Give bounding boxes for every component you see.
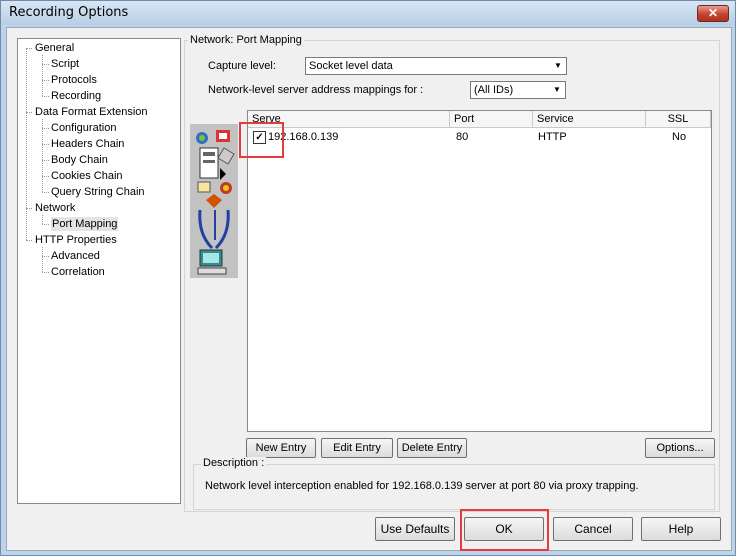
tree-item-headers-chain[interactable]: Headers Chain xyxy=(51,137,124,151)
tree-connector xyxy=(42,55,43,96)
tree-item-configuration[interactable]: Configuration xyxy=(51,121,116,135)
close-button[interactable]: ✕ xyxy=(697,5,729,22)
options-button[interactable]: Options... xyxy=(645,438,715,458)
tree-connector xyxy=(26,48,32,49)
tree-item-general[interactable]: General xyxy=(35,41,74,55)
tree-item-script[interactable]: Script xyxy=(51,57,79,71)
tree-connector xyxy=(26,112,32,113)
tree-item-cookies-chain[interactable]: Cookies Chain xyxy=(51,169,123,183)
delete-entry-button[interactable]: Delete Entry xyxy=(397,438,467,458)
group-title: Network: Port Mapping xyxy=(188,34,304,46)
description-text: Network level interception enabled for 1… xyxy=(205,480,639,492)
column-header-port[interactable]: Port xyxy=(450,111,533,127)
tree-connector xyxy=(26,48,27,240)
new-entry-button[interactable]: New Entry xyxy=(246,438,316,458)
tree-item-body-chain[interactable]: Body Chain xyxy=(51,153,108,167)
tree-connector xyxy=(42,215,43,224)
cell-ssl: No xyxy=(672,131,687,143)
title-bar[interactable]: Recording Options ✕ xyxy=(1,1,735,25)
column-header-ssl[interactable]: SSL xyxy=(646,111,711,127)
recording-options-window: Recording Options ✕ General Script Proto… xyxy=(0,0,736,556)
capture-level-label: Capture level: xyxy=(208,60,276,72)
tree-connector xyxy=(42,192,49,193)
edit-entry-button[interactable]: Edit Entry xyxy=(321,438,393,458)
description-title: Description : xyxy=(201,457,267,469)
tree-connector xyxy=(42,80,49,81)
tree-connector xyxy=(42,96,49,97)
table-header: Serve Port Service SSL xyxy=(248,111,711,128)
dropdown-arrow-icon[interactable]: ▼ xyxy=(551,59,565,73)
tree-item-query-string-chain[interactable]: Query String Chain xyxy=(51,185,145,199)
network-illustration-icon xyxy=(196,130,235,275)
dropdown-arrow-icon[interactable]: ▼ xyxy=(550,83,564,97)
tree-connector xyxy=(42,256,49,257)
tree-item-recording[interactable]: Recording xyxy=(51,89,101,103)
tree-connector xyxy=(42,247,43,272)
tree-item-correlation[interactable]: Correlation xyxy=(51,265,105,279)
tree-item-protocols[interactable]: Protocols xyxy=(51,73,97,87)
network-illustration xyxy=(190,124,238,278)
tree-connector xyxy=(42,128,49,129)
help-button[interactable]: Help xyxy=(641,517,721,541)
tree-connector xyxy=(26,240,32,241)
mapping-label: Network-level server address mappings fo… xyxy=(208,84,424,96)
cancel-button[interactable]: Cancel xyxy=(553,517,633,541)
tree-item-network[interactable]: Network xyxy=(35,201,75,215)
tree-connector xyxy=(42,144,49,145)
use-defaults-button[interactable]: Use Defaults xyxy=(375,517,455,541)
column-header-service[interactable]: Service xyxy=(533,111,646,127)
tree-item-http-properties[interactable]: HTTP Properties xyxy=(35,233,117,247)
tree-item-data-format-extension[interactable]: Data Format Extension xyxy=(35,105,148,119)
tree-item-advanced[interactable]: Advanced xyxy=(51,249,100,263)
window-title: Recording Options xyxy=(9,5,129,20)
options-tree[interactable]: General Script Protocols Recording Data … xyxy=(17,38,181,504)
tree-connector xyxy=(42,224,49,225)
tree-connector xyxy=(42,176,49,177)
tree-connector xyxy=(42,272,49,273)
tree-item-port-mapping[interactable]: Port Mapping xyxy=(51,217,119,231)
mapping-ids-value: (All IDs) xyxy=(474,84,514,96)
mapping-ids-select[interactable]: (All IDs) ▼ xyxy=(470,81,566,99)
tree-connector xyxy=(42,160,49,161)
tree-connector xyxy=(26,208,32,209)
cell-port: 80 xyxy=(456,131,469,143)
port-mapping-table[interactable]: Serve Port Service SSL ✓ 192.168.0.139 8… xyxy=(247,110,712,432)
tree-connector xyxy=(42,64,49,65)
table-row[interactable]: ✓ 192.168.0.139 80 HTTP No xyxy=(248,129,711,145)
capture-level-value: Socket level data xyxy=(309,60,393,72)
dialog-client-area: General Script Protocols Recording Data … xyxy=(6,27,732,551)
tree-connector xyxy=(42,119,43,192)
ok-highlight-box xyxy=(460,509,549,551)
checkbox-highlight-box xyxy=(239,122,284,158)
capture-level-select[interactable]: Socket level data ▼ xyxy=(305,57,567,75)
cell-service: HTTP xyxy=(538,131,567,143)
